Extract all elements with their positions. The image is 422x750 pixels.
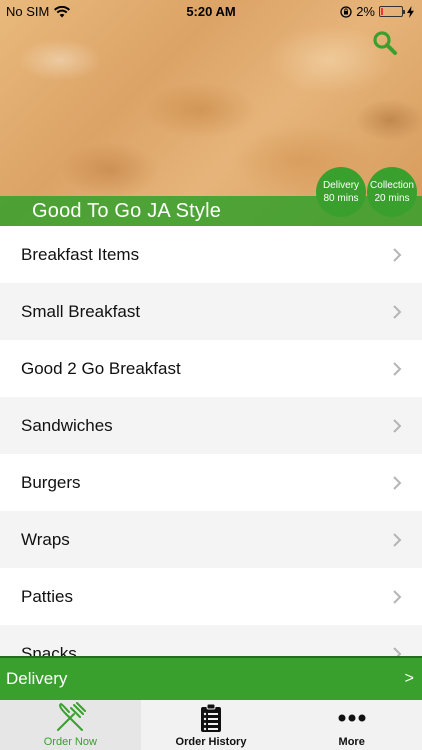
chevron-right-icon xyxy=(393,646,402,656)
fork-knife-icon xyxy=(57,702,87,731)
tab-label: More xyxy=(338,736,365,748)
charging-bolt-icon xyxy=(407,5,414,18)
order-mode-arrow: > xyxy=(404,670,414,687)
menu-item-small-breakfast[interactable]: Small Breakfast xyxy=(0,283,422,340)
menu-item-good-2-go-breakfast[interactable]: Good 2 Go Breakfast xyxy=(0,340,422,397)
menu-item-burgers[interactable]: Burgers xyxy=(0,454,422,511)
tab-label: Order History xyxy=(175,736,247,748)
chevron-right-icon xyxy=(393,418,402,433)
order-mode-label: Delivery xyxy=(6,669,68,688)
chevron-right-icon xyxy=(393,247,402,262)
menu-item-label: Patties xyxy=(21,586,73,606)
status-bar: No SIM 5:20 AM 2% xyxy=(0,0,422,22)
menu-item-label: Wraps xyxy=(21,529,70,549)
menu-item-patties[interactable]: Patties xyxy=(0,568,422,625)
menu-item-label: Burgers xyxy=(21,472,81,492)
tab-order-now[interactable]: Order Now xyxy=(0,700,141,750)
menu-item-breakfast-items[interactable]: Breakfast Items xyxy=(0,226,422,283)
chevron-right-icon xyxy=(393,475,402,490)
delivery-time-badge: Delivery 80 mins xyxy=(316,167,366,217)
menu-item-label: Small Breakfast xyxy=(21,301,141,321)
battery-icon xyxy=(379,6,405,17)
tab-more[interactable]: More xyxy=(281,700,422,750)
menu-item-label: Good 2 Go Breakfast xyxy=(21,358,181,378)
tab-label: Order Now xyxy=(43,736,97,748)
menu-category-list[interactable]: Breakfast Items Small Breakfast Good 2 G… xyxy=(0,226,422,656)
delivery-badge-label: Delivery xyxy=(322,180,360,191)
collection-time-badge: Collection 20 mins xyxy=(367,167,417,217)
chevron-right-icon xyxy=(393,589,402,604)
collection-badge-time: 20 mins xyxy=(374,193,410,204)
chevron-right-icon xyxy=(393,304,402,319)
battery-percent: 2% xyxy=(356,4,375,19)
menu-item-sandwiches[interactable]: Sandwiches xyxy=(0,397,422,454)
collection-badge-label: Collection xyxy=(370,180,414,191)
order-mode-bar[interactable]: Delivery > xyxy=(0,656,422,700)
search-button[interactable] xyxy=(372,30,398,56)
search-icon xyxy=(373,31,397,55)
chevron-right-icon xyxy=(393,361,402,376)
menu-item-label: Breakfast Items xyxy=(21,244,140,264)
delivery-badge-time: 80 mins xyxy=(323,193,359,204)
menu-item-wraps[interactable]: Wraps xyxy=(0,511,422,568)
menu-item-label: Snacks xyxy=(21,643,77,657)
menu-item-snacks[interactable]: Snacks xyxy=(0,625,422,656)
chevron-right-icon xyxy=(393,532,402,547)
more-dots-icon xyxy=(338,714,366,722)
menu-item-label: Sandwiches xyxy=(21,415,113,435)
tab-order-history[interactable]: Order History xyxy=(141,700,282,750)
orientation-lock-icon xyxy=(340,5,352,18)
clipboard-icon xyxy=(201,703,221,732)
restaurant-title: Good To Go JA Style xyxy=(32,200,222,222)
tab-bar: Order Now Order History More xyxy=(0,700,422,750)
